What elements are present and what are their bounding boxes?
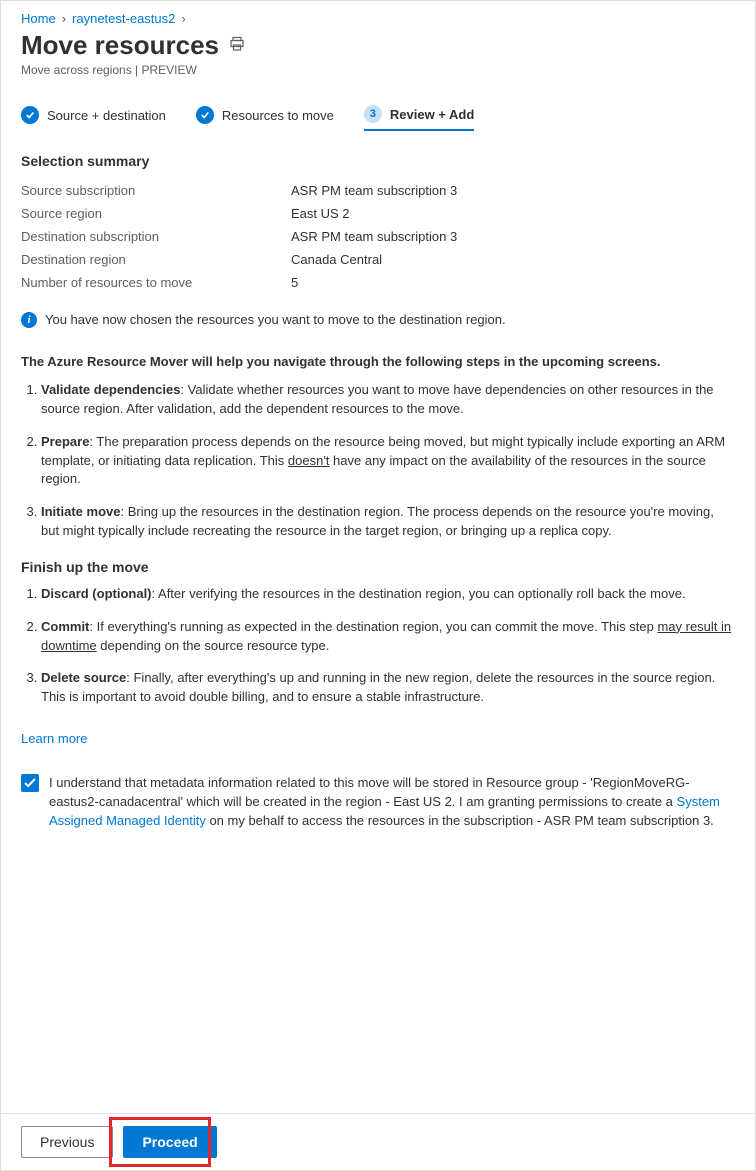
list-item: Validate dependencies: Validate whether … xyxy=(41,381,735,419)
finish-title: Finish up the move xyxy=(21,559,735,575)
consent-checkbox[interactable] xyxy=(21,774,39,792)
tab-review-add[interactable]: 3 Review + Add xyxy=(364,105,474,131)
summary-value: ASR PM team subscription 3 xyxy=(291,183,457,198)
intro-text: The Azure Resource Mover will help you n… xyxy=(21,354,735,369)
list-item: Prepare: The preparation process depends… xyxy=(41,433,735,490)
info-message: i You have now chosen the resources you … xyxy=(21,312,735,328)
summary-value: Canada Central xyxy=(291,252,382,267)
summary-value: 5 xyxy=(291,275,298,290)
chevron-right-icon: › xyxy=(62,11,66,26)
summary-label: Source subscription xyxy=(21,183,291,198)
print-icon[interactable] xyxy=(229,36,245,55)
info-text: You have now chosen the resources you wa… xyxy=(45,312,506,327)
breadcrumb-resource-group[interactable]: raynetest-eastus2 xyxy=(72,11,175,26)
summary-label: Source region xyxy=(21,206,291,221)
learn-more-link[interactable]: Learn more xyxy=(21,731,87,746)
tab-source-destination[interactable]: Source + destination xyxy=(21,105,166,131)
footer-bar: Previous Proceed xyxy=(1,1113,755,1170)
tab-resources-to-move[interactable]: Resources to move xyxy=(196,105,334,131)
summary-label: Number of resources to move xyxy=(21,275,291,290)
info-icon: i xyxy=(21,312,37,328)
step-tabs: Source + destination Resources to move 3… xyxy=(21,105,735,131)
step-number-icon: 3 xyxy=(364,105,382,123)
page-title: Move resources xyxy=(21,30,219,61)
previous-button[interactable]: Previous xyxy=(21,1126,113,1158)
summary-label: Destination subscription xyxy=(21,229,291,244)
chevron-right-icon: › xyxy=(181,11,185,26)
tab-label: Review + Add xyxy=(390,107,474,122)
summary-value: ASR PM team subscription 3 xyxy=(291,229,457,244)
steps-list-main: Validate dependencies: Validate whether … xyxy=(21,381,735,541)
proceed-button[interactable]: Proceed xyxy=(123,1126,216,1158)
list-item: Delete source: Finally, after everything… xyxy=(41,669,735,707)
list-item: Discard (optional): After verifying the … xyxy=(41,585,735,604)
consent-row: I understand that metadata information r… xyxy=(21,774,735,831)
selection-summary-title: Selection summary xyxy=(21,153,735,169)
tab-label: Source + destination xyxy=(47,108,166,123)
consent-text: I understand that metadata information r… xyxy=(49,774,735,831)
list-item: Initiate move: Bring up the resources in… xyxy=(41,503,735,541)
check-icon xyxy=(21,106,39,124)
list-item: Commit: If everything's running as expec… xyxy=(41,618,735,656)
steps-list-finish: Discard (optional): After verifying the … xyxy=(21,585,735,707)
breadcrumb-home[interactable]: Home xyxy=(21,11,56,26)
summary-value: East US 2 xyxy=(291,206,350,221)
check-icon xyxy=(196,106,214,124)
breadcrumb: Home › raynetest-eastus2 › xyxy=(21,11,735,26)
tab-label: Resources to move xyxy=(222,108,334,123)
summary-label: Destination region xyxy=(21,252,291,267)
page-subtitle: Move across regions | PREVIEW xyxy=(21,63,735,77)
